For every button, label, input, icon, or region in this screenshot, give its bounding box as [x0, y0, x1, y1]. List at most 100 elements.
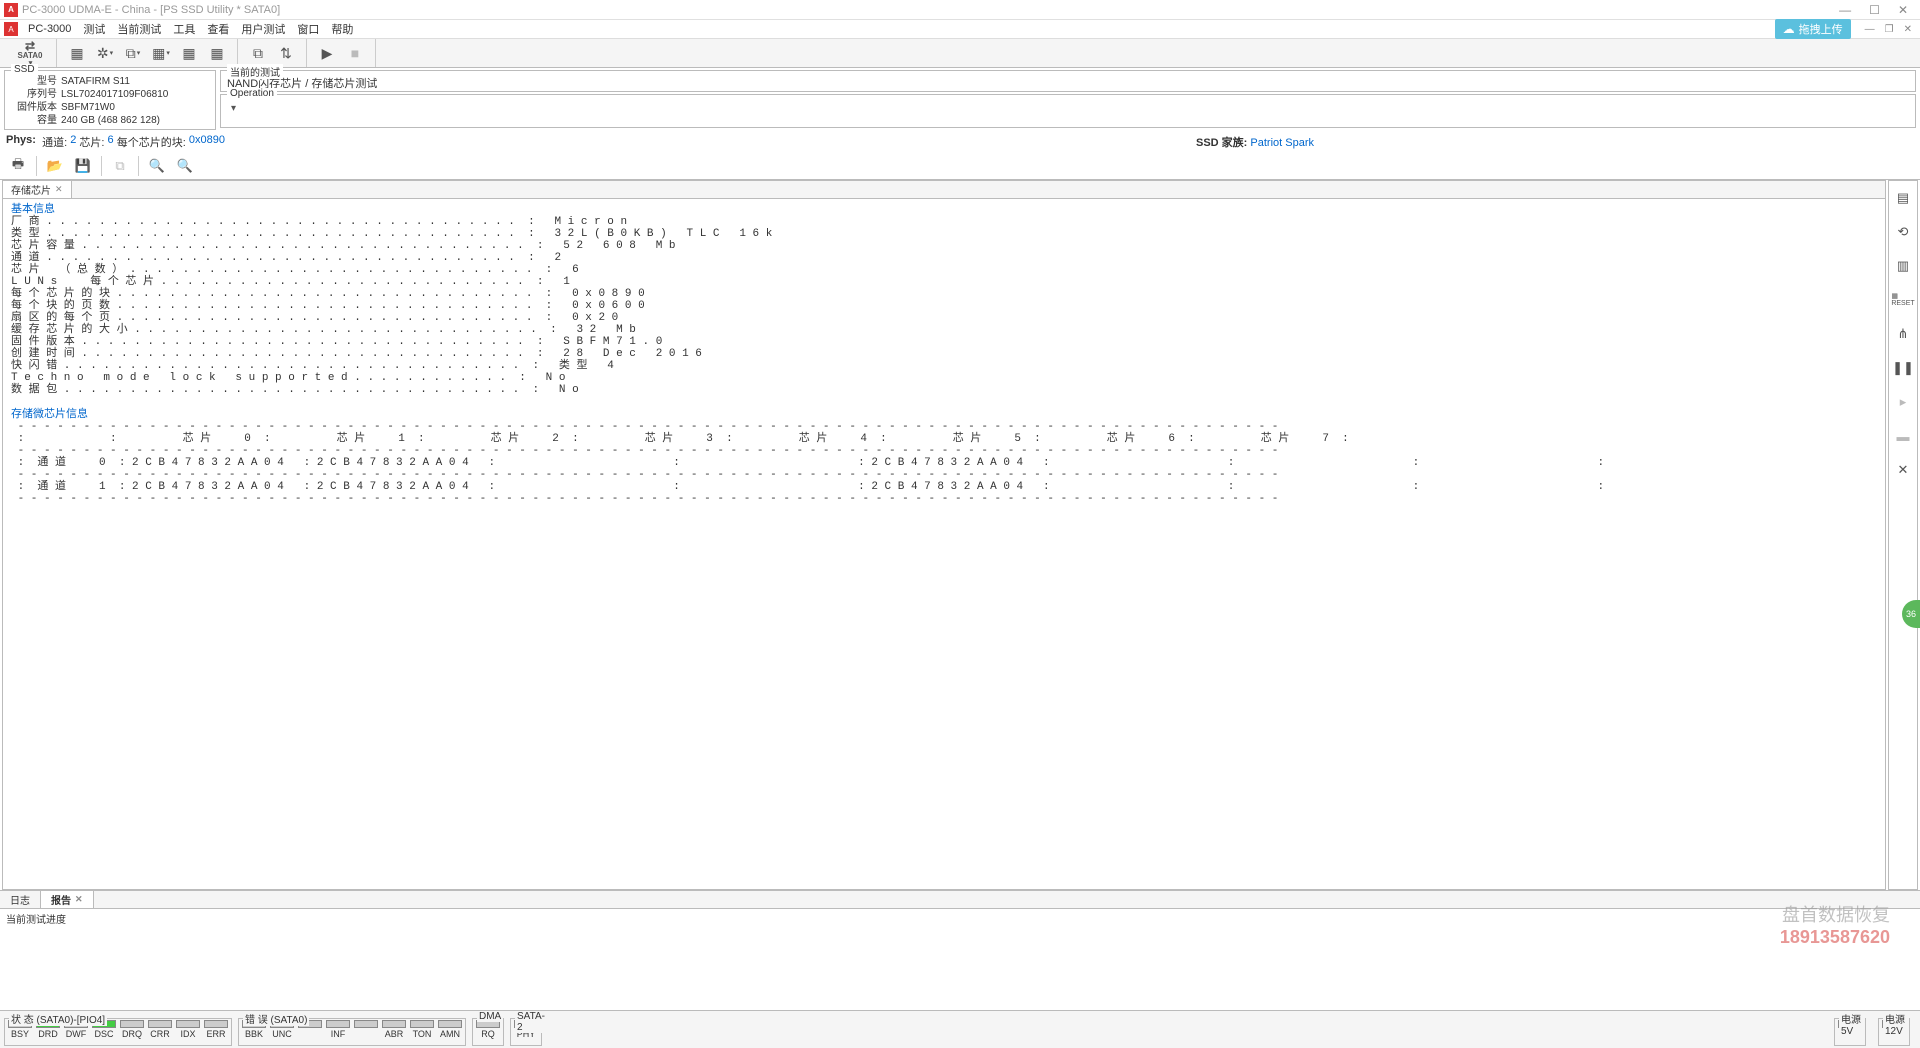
maximize-button[interactable]: ☐: [1869, 3, 1880, 17]
sidebar-reset-button[interactable]: ▦RESET: [1892, 289, 1914, 311]
phys-chip-label: 芯片:: [79, 134, 104, 150]
led-label: DRD: [38, 1029, 58, 1039]
main-content-area: 存储芯片 ✕ 基本信息 厂 商 . . . . . . . . . . . . …: [2, 180, 1886, 890]
led-abr: ABR: [381, 1020, 407, 1039]
save-button[interactable]: 💾: [71, 155, 95, 177]
main-toolbar: SATA0▾ ▦ ✲▾ ⧉▾ ▦▾ ▦ ▦ ⧉ ⇅ ▶ ■: [0, 38, 1920, 68]
find-next-button[interactable]: 🔍: [173, 155, 197, 177]
led-label: BBK: [245, 1029, 263, 1039]
status-group-dma: DMARQ: [472, 1018, 504, 1046]
tb-btn-3[interactable]: ⧉▾: [121, 41, 145, 65]
tb-btn-6[interactable]: ▦: [205, 41, 229, 65]
minimize-button[interactable]: —: [1839, 3, 1851, 17]
sidebar-btn-1[interactable]: ▤: [1892, 187, 1914, 209]
upload-button[interactable]: ☁ 拖拽上传: [1775, 19, 1851, 39]
status-group-12v: 电源 12V12V: [1878, 1018, 1910, 1046]
led-label: IDX: [180, 1029, 195, 1039]
tab-close-icon[interactable]: ✕: [55, 184, 63, 195]
phys-info-line: Phys: 通道: 2 芯片: 6 每个芯片的块: 0x0890 SSD 家族:…: [0, 132, 1920, 152]
tb-btn-5[interactable]: ▦: [177, 41, 201, 65]
led-indicator: [354, 1020, 378, 1028]
menu-view[interactable]: 查看: [201, 21, 235, 37]
progress-label: 当前测试进度: [0, 909, 1920, 927]
status-group-5v: 电源 5V5V: [1834, 1018, 1866, 1046]
app-icon: A: [4, 3, 18, 17]
tb-btn-4[interactable]: ▦▾: [149, 41, 173, 65]
sidebar-btn-5[interactable]: ⋔: [1892, 323, 1914, 345]
status-sata2-title: SATA-2: [515, 1011, 547, 1033]
menu-window[interactable]: 窗口: [291, 21, 325, 37]
phys-blk-label: 每个芯片的块:: [117, 134, 186, 150]
sidebar-btn-7[interactable]: ▸: [1892, 391, 1914, 413]
led-inf: INF: [325, 1020, 351, 1039]
menu-user-test[interactable]: 用户测试: [235, 21, 291, 37]
status-error-title: 错 误 (SATA0): [243, 1011, 309, 1026]
ssd-fw-label: 固件版本: [11, 101, 61, 114]
bottom-tabs: 日志 报告✕: [0, 891, 1920, 909]
sidebar-pause-button[interactable]: ❚❚: [1892, 357, 1914, 379]
close-button[interactable]: ✕: [1898, 3, 1908, 17]
led-indicator: [176, 1020, 200, 1028]
tab-report[interactable]: 报告✕: [41, 891, 94, 908]
ssd-serial-label: 序列号: [11, 88, 61, 101]
status-group-sata2: SATA-2PHY: [510, 1018, 542, 1046]
menu-test[interactable]: 测试: [77, 21, 111, 37]
tb-btn-copy[interactable]: ⧉: [246, 41, 270, 65]
tab-storage-chip-label: 存储芯片: [11, 182, 51, 197]
stop-button[interactable]: ■: [343, 41, 367, 65]
sata0-button[interactable]: SATA0▾: [12, 41, 48, 65]
menu-help[interactable]: 帮助: [325, 21, 359, 37]
led-label: DWF: [66, 1029, 87, 1039]
sidebar-btn-8[interactable]: ▬: [1892, 425, 1914, 447]
ssd-panel: SSD 型号SATAFIRM S11 序列号LSL7024017109F0681…: [4, 70, 216, 130]
ssd-serial-value: LSL7024017109F06810: [61, 88, 168, 101]
tb-btn-1[interactable]: ▦: [65, 41, 89, 65]
report-text-area: 基本信息 厂 商 . . . . . . . . . . . . . . . .…: [3, 199, 1885, 889]
led-amn: AMN: [437, 1020, 463, 1039]
current-test-title: 当前的测试: [227, 64, 283, 79]
ssd-family-value: Patriot Spark: [1250, 137, 1314, 149]
ssd-family-label: SSD 家族:: [1196, 137, 1247, 149]
led-indicator: [410, 1020, 434, 1028]
operation-title: Operation: [227, 88, 277, 99]
play-button[interactable]: ▶: [315, 41, 339, 65]
window-title: PC-3000 UDMA-E - China - [PS SSD Utility…: [22, 4, 280, 16]
find-button[interactable]: 🔍: [145, 155, 169, 177]
led-crr: CRR: [147, 1020, 173, 1039]
mdi-close-button[interactable]: ✕: [1900, 24, 1916, 35]
tb-btn-sort[interactable]: ⇅: [274, 41, 298, 65]
led-rq: RQ: [475, 1020, 501, 1039]
status-bar: 状 态 (SATA0)-[PIO4]BSYDRDDWFDSCDRQCRRIDXE…: [0, 1010, 1920, 1048]
led-indicator: [120, 1020, 144, 1028]
mdi-minimize-button[interactable]: —: [1861, 24, 1879, 35]
led-indicator: [438, 1020, 462, 1028]
copy-button[interactable]: ⧉: [108, 155, 132, 177]
menu-app[interactable]: PC-3000: [22, 23, 77, 35]
upload-label: 拖拽上传: [1799, 21, 1843, 37]
print-button[interactable]: 🖶: [6, 155, 30, 177]
phys-blk-value: 0x0890: [189, 134, 225, 150]
sidebar-btn-2[interactable]: ⟲: [1892, 221, 1914, 243]
sidebar-settings-button[interactable]: ✕: [1892, 459, 1914, 481]
led-blank: [353, 1020, 379, 1029]
tab-log-label: 日志: [10, 892, 30, 907]
led-label: ABR: [385, 1029, 404, 1039]
cloud-icon: ☁: [1783, 22, 1795, 36]
mdi-restore-button[interactable]: ❐: [1881, 24, 1898, 35]
menu-tools[interactable]: 工具: [167, 21, 201, 37]
operation-dropdown[interactable]: ▾: [227, 103, 1909, 114]
app-icon-small: A: [4, 22, 18, 36]
open-button[interactable]: 📂: [43, 155, 67, 177]
ssd-model-label: 型号: [11, 75, 61, 88]
tab-log[interactable]: 日志: [0, 891, 41, 908]
status-dma-title: DMA: [477, 1011, 503, 1022]
tab-report-close-icon[interactable]: ✕: [75, 894, 83, 905]
window-titlebar: A PC-3000 UDMA-E - China - [PS SSD Utili…: [0, 0, 1920, 20]
menu-current-test[interactable]: 当前测试: [111, 21, 167, 37]
tab-storage-chip[interactable]: 存储芯片 ✕: [3, 181, 72, 198]
right-sidebar: ▤ ⟲ ▥ ▦RESET ⋔ ❚❚ ▸ ▬ ✕: [1888, 180, 1918, 890]
tb-btn-2[interactable]: ✲▾: [93, 41, 117, 65]
led-label: INF: [331, 1029, 346, 1039]
sidebar-btn-3[interactable]: ▥: [1892, 255, 1914, 277]
led-err: ERR: [203, 1020, 229, 1039]
